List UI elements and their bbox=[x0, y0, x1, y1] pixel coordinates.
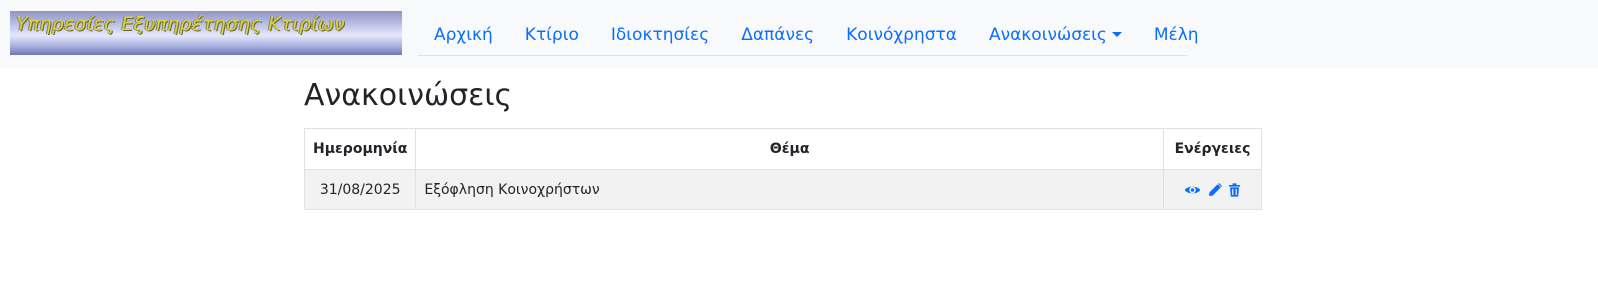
table-header-row: Ημερομηνία Θέμα Ενέργειες bbox=[303, 128, 1262, 170]
column-header-subject[interactable]: Θέμα bbox=[415, 128, 1164, 170]
top-navbar: Υπηρεσίες Εξυπηρέτησης Κτιρίων Αρχική Κτ… bbox=[0, 0, 1598, 68]
nav-dropdown-announcements[interactable]: Ανακοινώσεις bbox=[973, 25, 1138, 45]
page-title: Ανακοινώσεις bbox=[304, 78, 513, 113]
nav-link-properties[interactable]: Ιδιοκτησίες bbox=[595, 25, 725, 45]
nav-label: Μέλη bbox=[1153, 24, 1199, 45]
table-row: 31/08/2025 Εξόφληση Κοινοχρήστων bbox=[303, 169, 1262, 210]
nav-label: Κοινόχρηστα bbox=[846, 24, 957, 45]
site-logo[interactable]: Υπηρεσίες Εξυπηρέτησης Κτιρίων bbox=[10, 11, 402, 55]
column-header-actions: Ενέργειες bbox=[1163, 128, 1262, 170]
eye-icon[interactable] bbox=[1184, 183, 1201, 197]
nav-link-members[interactable]: Μέλη bbox=[1138, 25, 1215, 45]
nav-label: Ιδιοκτησίες bbox=[610, 24, 710, 45]
nav-link-expenses[interactable]: Δαπάνες bbox=[725, 25, 830, 45]
nav-label: Κτίριο bbox=[524, 24, 579, 45]
cell-subject: Εξόφληση Κοινοχρήστων bbox=[415, 169, 1164, 210]
nav-link-common-charges[interactable]: Κοινόχρηστα bbox=[830, 25, 973, 45]
main-nav: Αρχική Κτίριο Ιδιοκτησίες Δαπάνες Κοινόχ… bbox=[418, 14, 1199, 56]
nav-label: Ανακοινώσεις bbox=[988, 24, 1107, 45]
trash-icon[interactable] bbox=[1228, 182, 1241, 197]
nav-label: Δαπάνες bbox=[741, 24, 815, 45]
cell-actions bbox=[1163, 169, 1262, 210]
pencil-icon[interactable] bbox=[1208, 182, 1222, 197]
logo-text: Υπηρεσίες Εξυπηρέτησης Κτιρίων bbox=[16, 13, 345, 35]
column-header-date[interactable]: Ημερομηνία bbox=[303, 128, 417, 170]
nav-link-home[interactable]: Αρχική bbox=[418, 25, 509, 45]
nav-label: Αρχική bbox=[434, 24, 493, 45]
announcements-table: Ημερομηνία Θέμα Ενέργειες 31/08/2025 Εξό… bbox=[303, 128, 1262, 210]
caret-down-icon bbox=[1111, 32, 1122, 37]
nav-link-building[interactable]: Κτίριο bbox=[509, 25, 595, 45]
cell-date: 31/08/2025 bbox=[303, 169, 417, 210]
